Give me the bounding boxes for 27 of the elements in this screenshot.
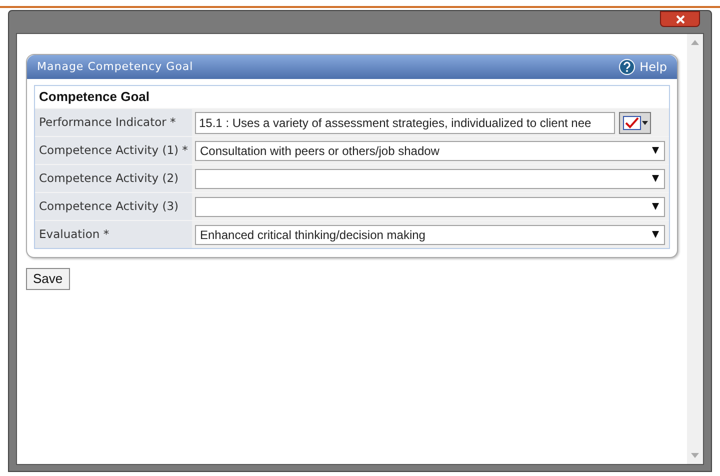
field-label: Competence Activity (3) (38, 198, 180, 215)
close-button[interactable] (660, 11, 700, 27)
panel-title: Manage Competency Goal (37, 58, 194, 75)
close-icon (676, 14, 684, 24)
field-label: Evaluation * (38, 226, 110, 243)
field-label: Competence Activity (1) * (38, 142, 189, 159)
field-label: Performance Indicator * (38, 114, 177, 131)
dropdown-value: Enhanced critical thinking/decision making (200, 226, 426, 244)
dropdown-field[interactable]: Consultation with peers or others/job shadow (195, 140, 665, 160)
text-field[interactable]: 15.1 : Uses a variety of assessment strategies, individualized to client nee (195, 112, 615, 134)
scroll-down-icon[interactable] (691, 453, 699, 458)
help-icon (618, 59, 635, 75)
caret-icon (652, 231, 659, 238)
caret-icon (652, 147, 659, 154)
scroll-up-icon[interactable] (691, 40, 699, 45)
dropdown-value: Consultation with peers or others/job shadow (200, 142, 440, 160)
dropdown-field[interactable] (195, 168, 665, 188)
section-title: Competence Goal (39, 88, 150, 106)
spellcheck-button[interactable] (619, 112, 651, 134)
caret-icon (652, 175, 659, 182)
dropdown-field[interactable] (195, 196, 665, 216)
checkmark-icon (622, 116, 640, 130)
field-label: Competence Activity (2) (38, 170, 180, 187)
dropdown-field[interactable]: Enhanced critical thinking/decision making (195, 224, 665, 244)
caret-icon (642, 120, 648, 124)
save-button[interactable]: Save (26, 268, 70, 290)
caret-icon (652, 203, 659, 210)
